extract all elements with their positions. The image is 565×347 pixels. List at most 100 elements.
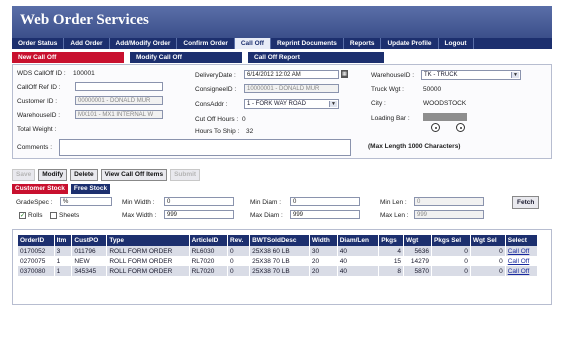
table-cell: NEW [71, 256, 108, 266]
column-header: CustPO [71, 235, 108, 246]
tab-call-off-report[interactable]: Call Off Report [248, 52, 384, 63]
customer-id-input[interactable]: 00000001 - DONALD MUR [75, 96, 163, 105]
nav-reports[interactable]: Reports [344, 38, 382, 49]
calloff-tabs: New Call Off Modify Call Off Call Off Re… [12, 52, 384, 63]
column-header: Itm [54, 235, 73, 246]
table-cell: 0 [227, 266, 251, 276]
max-width-input[interactable]: 999 [164, 210, 234, 219]
table-row: 0370080 1 345345 ROLL FORM ORDER RL7020 0 25X3… [18, 266, 539, 276]
submit-button[interactable]: Submit [170, 169, 201, 181]
nav-logout[interactable]: Logout [439, 38, 474, 49]
table-cell: 0 [470, 256, 506, 266]
min-diam-label: Min Diam : [250, 199, 282, 206]
table-cell: 1 [54, 256, 73, 266]
hours-to-ship-value: 32 [246, 128, 254, 135]
min-len-input[interactable]: 0 [414, 197, 484, 206]
consignee-id-input[interactable]: 10000001 - DONALD MUR [244, 84, 339, 93]
save-button[interactable]: Save [12, 169, 36, 181]
main-nav: Order Status Add Order Add/Modify Order … [12, 38, 552, 49]
min-diam-input[interactable]: 0 [290, 197, 360, 206]
nav-call-off[interactable]: Call Off [234, 38, 271, 49]
table-cell: 0 [431, 266, 471, 276]
stock-table: OrderID Itm CustPO Type ArticleID Rev. BWTSold… [18, 235, 539, 276]
table-cell: 8 [378, 266, 405, 276]
tab-modify-call-off[interactable]: Modify Call Off [130, 52, 242, 63]
warehouse-select[interactable]: TK - TRUCK ▼ [421, 70, 521, 80]
max-len-input[interactable]: 999 [414, 210, 484, 219]
modify-button[interactable]: Modify [38, 169, 68, 181]
table-cell: ROLL FORM ORDER [106, 266, 190, 276]
comments-max-note: (Max Length 1000 Characters) [368, 143, 461, 150]
fetch-button[interactable]: Fetch [512, 196, 540, 209]
nav-add-order[interactable]: Add Order [64, 38, 110, 49]
table-cell: 0270075 [18, 256, 55, 266]
table-cell: 15 [378, 256, 405, 266]
table-cell: RL7020 [189, 256, 229, 266]
view-call-off-items-button[interactable]: View Call Off Items [100, 169, 168, 181]
table-cell: 1 [54, 266, 73, 276]
table-cell: 25X38 70 LB [249, 256, 310, 266]
table-cell: 25X38 70 LB [249, 266, 310, 276]
column-header: Pkgs [378, 235, 405, 246]
calloff-ref-input[interactable] [75, 82, 163, 91]
calloff-form: WDS CallOff ID : 100001 CallOff Ref ID :… [12, 64, 552, 159]
comments-label: Comments : [17, 144, 53, 151]
table-cell: ROLL FORM ORDER [106, 256, 190, 266]
table-cell: 3 [54, 246, 73, 256]
delivery-date-input[interactable]: 6/14/2012 12:02 AM [244, 70, 339, 79]
table-cell: 011796 [71, 246, 108, 256]
table-cell: 20 [309, 266, 338, 276]
table-cell: 0 [227, 256, 251, 266]
column-header: Type [106, 235, 190, 246]
gradespec-input[interactable]: % [60, 197, 112, 206]
table-cell: 0 [431, 246, 471, 256]
city-label: City : [371, 100, 386, 107]
loading-bar-label: Loading Bar : [371, 115, 410, 122]
truck-weight-label: Truck Wgt : [371, 86, 404, 93]
table-cell: RL6030 [189, 246, 229, 256]
table-cell: 4 [378, 246, 405, 256]
gradespec-label: GradeSpec : [16, 199, 53, 206]
table-cell: 40 [337, 246, 380, 256]
sheets-checkbox[interactable] [50, 212, 57, 219]
nav-confirm-order[interactable]: Confirm Order [177, 38, 235, 49]
max-diam-input[interactable]: 999 [290, 210, 360, 219]
truck-wheel-icon [431, 123, 440, 132]
nav-reprint-documents[interactable]: Reprint Documents [271, 38, 344, 49]
column-header: Wgt [403, 235, 432, 246]
tab-new-call-off[interactable]: New Call Off [12, 52, 124, 63]
call-off-link[interactable]: Call Off [508, 268, 530, 275]
nav-order-status[interactable]: Order Status [12, 38, 65, 49]
nav-add-modify-order[interactable]: Add/Modify Order [110, 38, 178, 49]
tab-free-stock[interactable]: Free Stock [70, 184, 111, 194]
delete-button[interactable]: Delete [70, 169, 98, 181]
delivery-date-label: DeliveryDate : [195, 72, 236, 79]
call-off-link[interactable]: Call Off [508, 258, 530, 265]
calloff-ref-label: CallOff Ref ID : [17, 84, 61, 91]
table-cell: 20 [309, 256, 338, 266]
cutoff-hours-label: Cut Off Hours : [195, 116, 239, 123]
table-cell: 5636 [403, 246, 432, 256]
call-off-link[interactable]: Call Off [508, 248, 530, 255]
warehouse-select-value: TK - TRUCK [424, 72, 458, 78]
comments-textarea[interactable] [59, 139, 351, 156]
calendar-icon[interactable]: ▦ [341, 70, 348, 78]
column-header: ArticleID [189, 235, 229, 246]
nav-update-profile[interactable]: Update Profile [381, 38, 439, 49]
tab-customer-stock[interactable]: Customer Stock [12, 184, 68, 194]
rolls-checkbox[interactable]: ✓ [19, 212, 26, 219]
column-header: Select [505, 235, 539, 246]
table-cell: 345345 [71, 266, 108, 276]
warehouse-id-input[interactable]: MX101 - MX1 INTERNAL W [75, 110, 163, 119]
table-cell: 30 [309, 246, 338, 256]
wds-calloff-value: 100001 [73, 70, 95, 77]
warehouse2-label: WarehouseID : [371, 72, 415, 79]
app-frame: Web Order Services Order Status Add Orde… [12, 6, 552, 306]
warehouse-id-label: WarehouseID : [17, 112, 61, 119]
table-cell: 0 [470, 266, 506, 276]
table-cell: 0 [470, 246, 506, 256]
min-width-input[interactable]: 0 [164, 197, 234, 206]
cons-addr-select[interactable]: 1 - FORK WAY ROAD ▼ [244, 99, 339, 109]
sheets-label: Sheets [59, 212, 80, 219]
column-header: Rev. [227, 235, 251, 246]
